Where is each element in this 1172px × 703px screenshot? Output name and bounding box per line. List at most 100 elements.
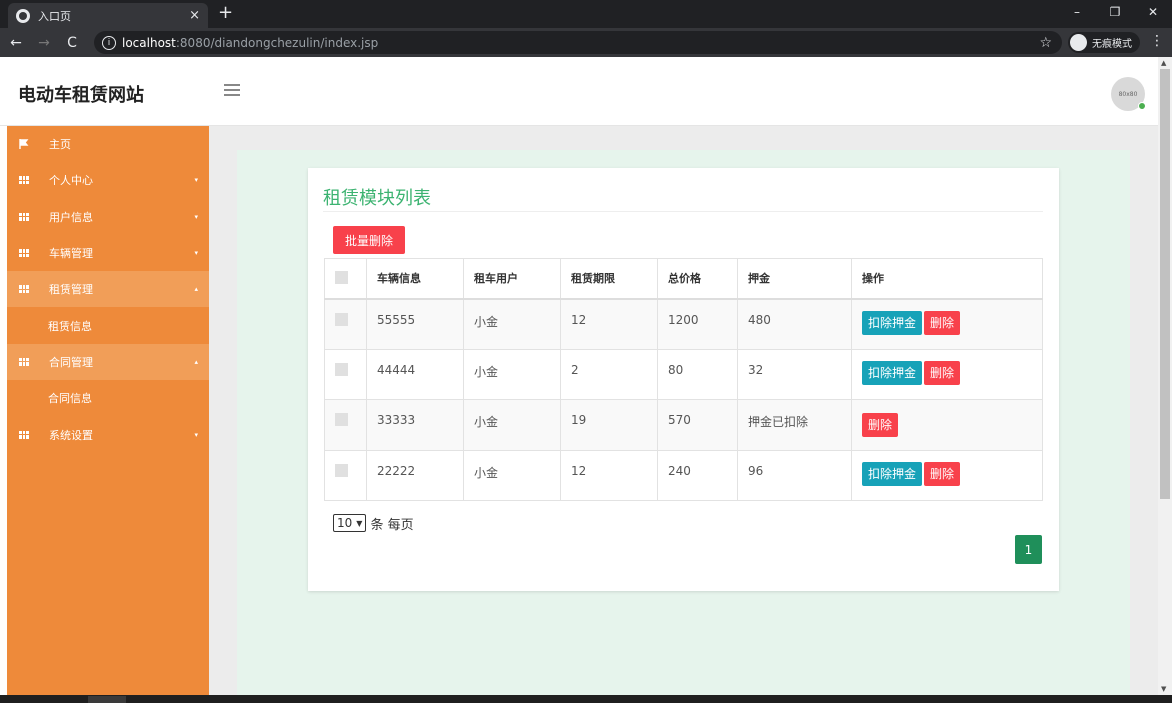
- total-cell: 570: [657, 399, 738, 451]
- select-all-cell: [324, 258, 367, 300]
- caret-up-icon: ▴: [194, 285, 198, 294]
- user-cell: 小金: [463, 298, 561, 350]
- row-select-cell: [324, 399, 367, 451]
- row-checkbox[interactable]: [335, 362, 348, 376]
- grid-icon: [19, 357, 31, 366]
- main-content: 租赁模块列表 批量删除 车辆信息 租车用户 租赁期限 总价格 押金 操作 555…: [209, 126, 1158, 695]
- sidebar-item-rental-mgmt[interactable]: 租赁管理 ▴: [7, 271, 209, 308]
- table-row: 33333 小金 19 570 押金已扣除 删除: [324, 399, 1043, 451]
- menu-kebab-icon[interactable]: ⋮: [1150, 33, 1164, 49]
- select-all-checkbox[interactable]: [335, 270, 348, 284]
- total-cell: 80: [657, 348, 738, 400]
- hamburger-icon[interactable]: [224, 84, 240, 96]
- address-bar[interactable]: i localhost :8080/diandongchezulin/index…: [94, 31, 1062, 54]
- term-cell: 2: [560, 348, 658, 400]
- minimize-button[interactable]: –: [1058, 0, 1096, 24]
- sidebar-item-contract-mgmt[interactable]: 合同管理 ▴: [7, 343, 209, 381]
- column-header[interactable]: 租车用户: [463, 258, 561, 300]
- row-checkbox[interactable]: [335, 463, 348, 477]
- page-title: 租赁模块列表: [323, 188, 431, 209]
- restore-button[interactable]: ❐: [1096, 0, 1134, 24]
- page-viewport: 电动车租赁网站 80x80 主页 个人中心 ▾ 用户信息 ▾ 车辆管理 ▾ 租赁…: [0, 57, 1158, 695]
- vehicle-cell: 22222: [366, 449, 464, 501]
- row-checkbox[interactable]: [335, 413, 348, 426]
- sidebar-item-system-settings[interactable]: 系统设置 ▾: [7, 416, 209, 452]
- deposit-cell: 32: [737, 348, 852, 400]
- close-window-button[interactable]: ✕: [1134, 0, 1172, 24]
- page-size-suffix: 条 每页: [370, 517, 414, 533]
- deduct-deposit-button[interactable]: 扣除押金: [862, 360, 923, 385]
- incognito-label: 无痕模式: [1092, 39, 1132, 50]
- row-checkbox[interactable]: [335, 312, 348, 326]
- sidebar-item-label: 用户信息: [49, 210, 93, 224]
- back-arrow-icon[interactable]: ←: [4, 35, 28, 51]
- user-cell: 小金: [463, 399, 561, 451]
- caret-down-icon: ▾: [194, 249, 198, 258]
- sidebar-subitem-contract-info[interactable]: 合同信息: [7, 380, 209, 416]
- term-cell: 12: [560, 298, 658, 350]
- actions-cell: 扣除押金 删除: [851, 348, 1043, 400]
- total-cell: 1200: [657, 298, 738, 350]
- caret-down-icon: ▾: [194, 430, 198, 439]
- os-taskbar: [0, 695, 1172, 703]
- avatar[interactable]: 80x80: [1111, 77, 1146, 111]
- sidebar-item-home[interactable]: 主页: [7, 126, 209, 162]
- deposit-cell: 96: [737, 449, 852, 501]
- info-icon[interactable]: i: [102, 35, 116, 50]
- grid-icon: [19, 285, 31, 294]
- sidebar-item-label: 车辆管理: [49, 247, 93, 261]
- top-navbar: 电动车租赁网站 80x80: [0, 57, 1158, 126]
- sidebar-item-label: 系统设置: [49, 428, 93, 442]
- bookmark-star-icon[interactable]: ☆: [1039, 35, 1052, 51]
- row-select-cell: [324, 449, 367, 501]
- tab-close-icon[interactable]: ×: [189, 8, 200, 23]
- deduct-deposit-button[interactable]: 扣除押金: [862, 461, 923, 486]
- new-tab-button[interactable]: +: [218, 3, 233, 23]
- window-controls: – ❐ ✕: [1058, 0, 1172, 28]
- incognito-badge[interactable]: 无痕模式: [1068, 32, 1140, 53]
- globe-icon: [16, 8, 30, 23]
- table-row: 44444 小金 2 80 32 扣除押金 删除: [324, 348, 1043, 400]
- browser-tab[interactable]: 入口页 ×: [8, 3, 208, 28]
- column-header[interactable]: 总价格: [657, 258, 738, 300]
- delete-button[interactable]: 删除: [924, 461, 961, 486]
- table-header-row: 车辆信息 租车用户 租赁期限 总价格 押金 操作: [324, 258, 1043, 300]
- forward-arrow-icon[interactable]: →: [32, 35, 56, 51]
- column-header[interactable]: 押金: [737, 258, 852, 300]
- actions-cell: 扣除押金 删除: [851, 298, 1043, 350]
- pagination-page-button[interactable]: 1: [1015, 535, 1042, 564]
- deduct-deposit-button[interactable]: 扣除押金: [862, 310, 923, 335]
- taskbar-item[interactable]: [88, 696, 126, 703]
- content-panel: 租赁模块列表 批量删除 车辆信息 租车用户 租赁期限 总价格 押金 操作 555…: [237, 150, 1130, 695]
- delete-button[interactable]: 删除: [924, 310, 961, 335]
- total-cell: 240: [657, 449, 738, 501]
- sidebar-item-label: 主页: [49, 138, 71, 152]
- sidebar-item-user-info[interactable]: 用户信息 ▾: [7, 199, 209, 235]
- grid-icon: [19, 212, 31, 221]
- delete-button[interactable]: 删除: [862, 413, 899, 437]
- batch-delete-button[interactable]: 批量删除: [333, 226, 405, 254]
- page-scrollbar[interactable]: ▲ ▼: [1158, 57, 1172, 695]
- grid-icon: [19, 430, 31, 439]
- sidebar-item-vehicle-mgmt[interactable]: 车辆管理 ▾: [7, 235, 209, 271]
- column-header[interactable]: 车辆信息: [366, 258, 464, 300]
- page-size-value: 10: [337, 516, 353, 530]
- delete-button[interactable]: 删除: [924, 360, 961, 385]
- sidebar-item-label: 租赁管理: [49, 283, 93, 297]
- reload-icon[interactable]: C: [60, 35, 84, 51]
- url-path: :8080/diandongchezulin/index.jsp: [175, 35, 379, 50]
- sidebar-item-personal-center[interactable]: 个人中心 ▾: [7, 162, 209, 198]
- column-header[interactable]: 租赁期限: [560, 258, 658, 300]
- scroll-up-icon[interactable]: ▲: [1161, 59, 1166, 67]
- scroll-down-icon[interactable]: ▼: [1161, 685, 1166, 693]
- column-header: 操作: [851, 258, 1043, 300]
- sidebar-subitem-rental-info[interactable]: 租赁信息: [7, 307, 209, 343]
- user-cell: 小金: [463, 348, 561, 400]
- incognito-icon: [1070, 34, 1087, 51]
- page-size-select[interactable]: 10 ▼: [333, 514, 367, 532]
- caret-up-icon: ▴: [194, 357, 198, 366]
- scrollbar-thumb[interactable]: [1160, 69, 1170, 499]
- title-divider: [323, 211, 1043, 212]
- grid-icon: [19, 176, 31, 185]
- url-host: localhost: [122, 35, 176, 50]
